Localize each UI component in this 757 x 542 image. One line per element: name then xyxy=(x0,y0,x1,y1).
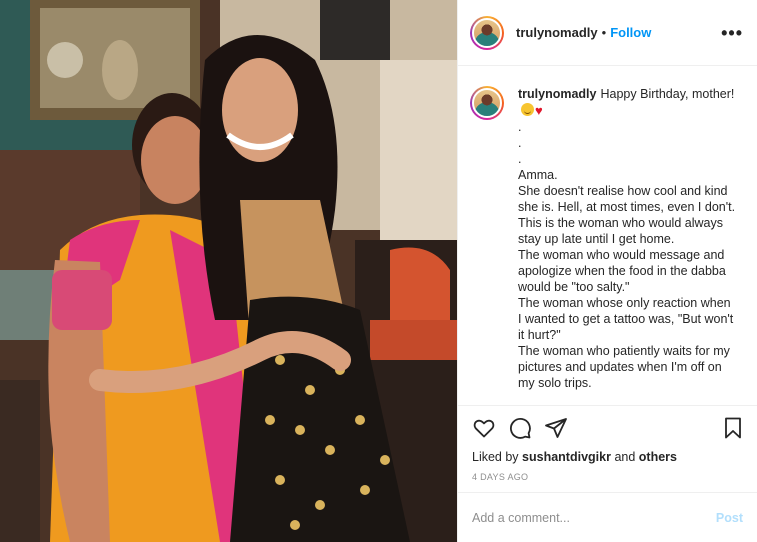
comment-input[interactable] xyxy=(472,510,708,525)
caption-area: trulynomadly Happy Birthday, mother! ♥ . .… xyxy=(458,66,757,406)
red-heart-emoji-icon: ♥ xyxy=(535,103,543,118)
caption-line: The woman who would message and apologiz… xyxy=(518,248,726,294)
header-username[interactable]: trulynomadly xyxy=(516,25,598,40)
likes-prefix: Liked by xyxy=(472,450,519,464)
likes-summary: Liked by sushantdivgikr and others xyxy=(458,450,757,464)
caption-text: trulynomadly Happy Birthday, mother! ♥ . .… xyxy=(518,86,736,405)
caption-line: The woman whose only reaction when I wan… xyxy=(518,296,734,342)
avatar-image xyxy=(472,17,502,48)
instagram-post: trulynomadly • Follow ••• trulynomadly Ha… xyxy=(0,0,757,542)
caption-username[interactable]: trulynomadly xyxy=(518,87,597,101)
likes-others-link[interactable]: others xyxy=(639,450,677,464)
caption-line: . xyxy=(518,136,522,150)
more-options-icon[interactable]: ••• xyxy=(721,24,743,42)
caption-line: This is the woman who would always stay … xyxy=(518,216,723,246)
caption-line: Amma. xyxy=(518,168,558,182)
caption-line: . xyxy=(518,152,522,166)
heart-icon[interactable] xyxy=(472,416,496,440)
avatar[interactable] xyxy=(470,15,504,50)
share-icon[interactable] xyxy=(544,416,568,440)
liked-by-user-link[interactable]: sushantdivgikr xyxy=(522,450,611,464)
likes-joiner: and xyxy=(614,450,636,464)
post-comment-button[interactable]: Post xyxy=(716,511,743,525)
post-timestamp[interactable]: 4 DAYS AGO xyxy=(458,464,757,482)
follow-button[interactable]: Follow xyxy=(610,25,651,40)
caption-line: The woman who patiently waits for my pic… xyxy=(518,344,730,390)
caption-line: . xyxy=(518,120,522,134)
photo-illustration xyxy=(0,0,457,542)
avatar-image xyxy=(472,88,502,118)
post-photo[interactable] xyxy=(0,0,457,542)
post-header: trulynomadly • Follow ••• xyxy=(458,0,757,66)
caption-greeting: Happy Birthday, mother! xyxy=(600,87,735,101)
action-bar xyxy=(458,406,757,450)
caption-avatar[interactable] xyxy=(470,86,504,120)
comment-icon[interactable] xyxy=(508,416,532,440)
caption-first-line: trulynomadly Happy Birthday, mother! ♥ xyxy=(518,86,736,119)
post-side-panel: trulynomadly • Follow ••• trulynomadly Ha… xyxy=(457,0,757,542)
caption-line: She doesn't realise how cool and kind sh… xyxy=(518,184,736,214)
comment-bar: Post xyxy=(458,492,757,542)
bookmark-icon[interactable] xyxy=(721,416,745,440)
smiling-face-emoji-icon xyxy=(521,103,534,116)
separator-dot: • xyxy=(601,25,607,40)
